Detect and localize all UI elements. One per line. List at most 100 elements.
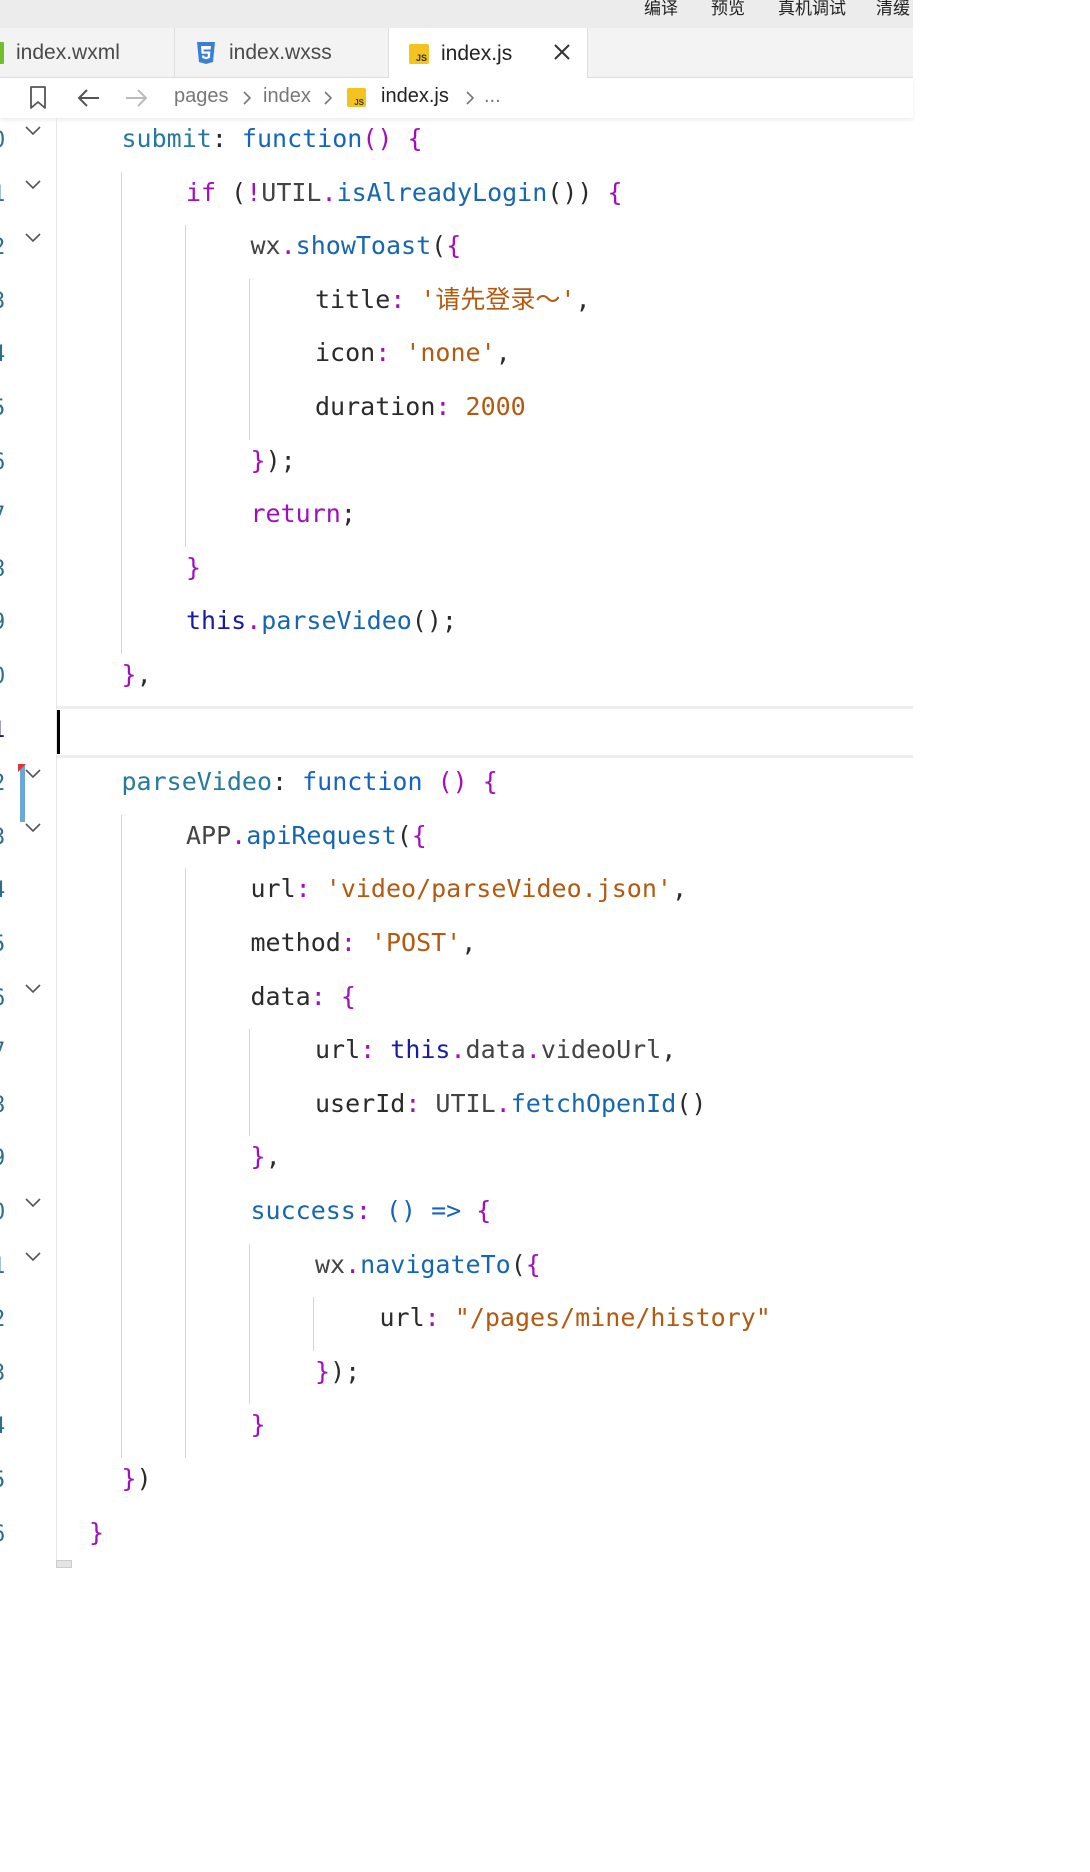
code-token: wx [315,1249,346,1279]
code-token: () [676,1088,707,1118]
code-token: { [525,1249,541,1279]
code-line[interactable]: } [89,1511,104,1565]
breadcrumb-item-index[interactable]: index [263,85,311,108]
close-icon[interactable] [551,41,573,63]
breadcrumb-item-pages[interactable]: pages [174,85,229,108]
line-number: 1 [0,182,5,207]
code-token: showToast [295,231,432,261]
code-token: url [315,1035,361,1065]
fold-chevron-icon[interactable] [24,231,42,243]
code-line[interactable]: this.parseVideo(); [186,599,457,653]
code-line[interactable]: }) [122,1457,152,1511]
code-line[interactable]: icon: 'none', [315,331,511,385]
indent-guide [185,868,186,1458]
fold-chevron-icon[interactable] [24,1250,42,1262]
code-token: () => [385,1196,477,1225]
code-token: navigateTo [360,1249,511,1279]
code-line[interactable]: APP.apiRequest({ [186,814,427,868]
tab-label: index.wxss [229,41,332,64]
fold-chevron-icon[interactable] [24,1196,42,1208]
fold-chevron-icon[interactable] [24,124,42,136]
clear-cache-button[interactable]: 清缓 [876,0,910,19]
code-token: fetchOpenId [510,1088,677,1118]
code-line[interactable]: url: 'video/parseVideo.json', [251,867,688,921]
code-token: } [250,1142,266,1172]
code-line[interactable]: method: 'POST', [251,921,477,975]
indent-guide [121,171,122,654]
line-number: 4 [0,342,5,367]
code-line[interactable]: wx.navigateTo({ [315,1243,541,1297]
code-token: UTIL [261,177,322,207]
line-number: 0 [0,1200,5,1225]
code-line[interactable]: }, [251,1135,281,1189]
back-arrow-icon[interactable] [76,87,102,109]
fold-chevron-icon[interactable] [24,178,42,190]
tab-index-wxml[interactable]: index.wxml [0,28,175,78]
code-token: data [250,981,311,1011]
code-token: . [495,1088,511,1118]
indent-guide [185,225,186,547]
tab-index-wxss[interactable]: index.wxss [175,28,389,78]
code-line[interactable]: }); [251,439,296,493]
line-number: 4 [0,878,5,903]
code-line[interactable]: } [186,546,201,600]
device-debug-button[interactable]: 真机调试 [778,0,846,19]
preview-button[interactable]: 预览 [711,0,745,19]
tab-index-js[interactable]: JS index.js [389,28,588,79]
breadcrumb-item-file[interactable]: index.js [381,85,449,108]
fold-chevron-icon[interactable] [24,821,42,833]
code-token: } [250,445,266,475]
code-line[interactable]: }, [122,653,152,707]
code-line[interactable]: if (!UTIL.isAlreadyLogin()) { [186,171,623,225]
indent-guide [249,278,250,440]
code-token: if [186,177,217,207]
horizontal-scrollbar[interactable] [56,1560,72,1568]
code-token: , [575,284,591,314]
code-line[interactable]: } [251,1403,266,1457]
indent-guide [249,1243,250,1405]
code-token: : [424,1303,455,1333]
code-token: : [211,124,242,153]
bookmark-icon[interactable] [28,85,48,111]
line-number: 3 [0,825,5,850]
code-line[interactable]: title: '请先登录～', [315,278,591,332]
code-line[interactable]: return; [251,492,356,546]
code-token: ); [330,1356,361,1386]
code-line[interactable]: wx.showToast({ [251,224,462,278]
code-token: parseVideo [261,606,412,636]
code-token: , [661,1035,677,1065]
breadcrumb-item-more[interactable]: ... [484,85,501,108]
code-token: . [280,231,296,261]
compile-button[interactable]: 编译 [644,0,678,19]
code-line[interactable]: }); [315,1350,360,1404]
code-line[interactable]: userId: UTIL.fetchOpenId() [315,1082,706,1136]
code-line[interactable]: url: this.data.videoUrl, [315,1028,676,1082]
forward-arrow-icon[interactable] [123,87,149,109]
code-line[interactable]: success: () => { [251,1189,492,1243]
css-file-icon [197,42,215,64]
code-token: ! [246,177,262,207]
code-line[interactable]: parseVideo: function () { [122,760,498,814]
code-token: this [390,1035,451,1065]
code-line[interactable]: data: { [251,975,356,1029]
code-line[interactable]: submit: function() { [122,118,423,171]
line-number: 5 [0,396,5,421]
tab-label: index.wxml [16,41,120,64]
line-number: 3 [0,289,5,314]
line-number: 4 [0,1414,5,1439]
code-token: . [321,177,337,207]
code-line[interactable]: duration: 2000 [315,385,526,439]
fold-chevron-icon[interactable] [24,982,42,994]
code-token: ); [265,445,296,475]
code-line[interactable]: url: "/pages/mine/history" [380,1296,771,1350]
code-token: return [250,499,341,529]
code-token: ()) [547,177,608,207]
line-number: 2 [0,1307,5,1332]
code-editor[interactable]: submit: function() {if (!UTIL.isAlreadyL… [57,118,913,1568]
line-number: 6 [0,450,5,475]
fold-chevron-icon[interactable] [24,767,42,779]
code-token: ) [136,1464,152,1493]
code-token: ( [431,231,447,261]
line-number: 1 [0,1254,5,1279]
code-token: : [360,1035,391,1065]
